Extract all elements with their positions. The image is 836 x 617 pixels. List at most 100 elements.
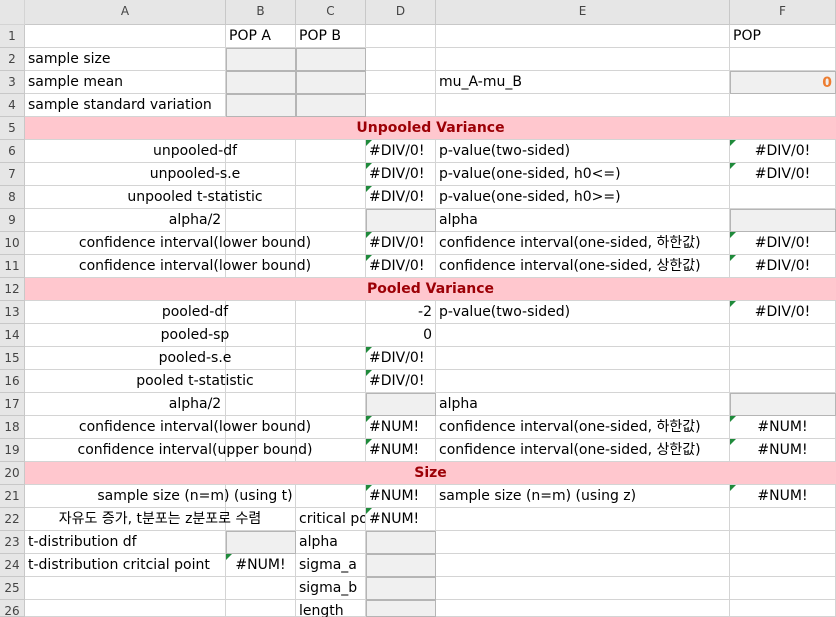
row-header[interactable]: 8 <box>0 186 25 209</box>
cell-e17[interactable]: alpha <box>436 393 730 416</box>
input-b3[interactable] <box>226 71 296 94</box>
row-header[interactable]: 5 <box>0 117 25 140</box>
row-header[interactable]: 13 <box>0 301 25 324</box>
cell-e13[interactable]: p-value(two-sided) <box>436 301 730 324</box>
cell-d18[interactable]: #NUM! <box>366 416 436 439</box>
cell-f11[interactable]: #DIV/0! <box>730 255 836 278</box>
cell-a6[interactable]: unpooled-df <box>25 140 366 163</box>
cell-d15[interactable]: #DIV/0! <box>366 347 436 370</box>
row-header[interactable]: 7 <box>0 163 25 186</box>
cell-f1[interactable]: POP <box>730 25 836 48</box>
row-header[interactable]: 6 <box>0 140 25 163</box>
grid-cell[interactable] <box>436 531 730 554</box>
cell-a7[interactable]: unpooled-s.e <box>25 163 366 186</box>
input-f17[interactable] <box>730 393 836 416</box>
row-header[interactable]: 11 <box>0 255 25 278</box>
cell-f6[interactable]: #DIV/0! <box>730 140 836 163</box>
cell-a16[interactable]: pooled t-statistic <box>25 370 366 393</box>
column-header-c[interactable]: C <box>296 0 366 25</box>
cell-a22[interactable]: 자유도 증가, t분포는 z분포로 수렴 <box>25 508 296 531</box>
grid-cell[interactable] <box>436 324 730 347</box>
cell-c24[interactable]: sigma_a <box>296 554 366 577</box>
cell-e19[interactable]: confidence interval(one-sided, 상한값) <box>436 439 730 462</box>
grid-cell[interactable] <box>436 554 730 577</box>
cell-e11[interactable]: confidence interval(one-sided, 상한값) <box>436 255 730 278</box>
grid-cell[interactable] <box>366 48 436 71</box>
cell-b1[interactable]: POP A <box>226 25 296 48</box>
input-c4[interactable] <box>296 94 366 117</box>
cell-f21[interactable]: #NUM! <box>730 485 836 508</box>
grid-cell[interactable] <box>226 577 296 600</box>
cell-d13[interactable]: -2 <box>366 301 436 324</box>
cell-d6[interactable]: #DIV/0! <box>366 140 436 163</box>
grid-cell[interactable] <box>730 94 836 117</box>
input-d25[interactable] <box>366 577 436 600</box>
cell-a23[interactable]: t-distribution df <box>25 531 226 554</box>
grid-cell[interactable] <box>730 186 836 209</box>
grid-cell[interactable] <box>730 554 836 577</box>
cell-e9[interactable]: alpha <box>436 209 730 232</box>
row-header[interactable]: 15 <box>0 347 25 370</box>
cell-a9[interactable]: alpha/2 <box>25 209 366 232</box>
grid-cell[interactable] <box>25 600 226 617</box>
row-header[interactable]: 18 <box>0 416 25 439</box>
cell-a18[interactable]: confidence interval(lower bound) <box>25 416 366 439</box>
cell-a3[interactable]: sample mean <box>25 71 226 94</box>
cell-a21[interactable]: sample size (n=m) (using t) <box>25 485 366 508</box>
grid-cell[interactable] <box>730 347 836 370</box>
cell-c22[interactable]: critical po <box>296 508 366 531</box>
grid-cell[interactable] <box>25 577 226 600</box>
section-title-pooled[interactable]: Pooled Variance <box>25 278 836 301</box>
input-b23[interactable] <box>226 531 296 554</box>
cell-e7[interactable]: p-value(one-sided, h0<=) <box>436 163 730 186</box>
cell-c1[interactable]: POP B <box>296 25 366 48</box>
row-header[interactable]: 12 <box>0 278 25 301</box>
row-header[interactable]: 3 <box>0 71 25 94</box>
cell-a19[interactable]: confidence interval(upper bound) <box>25 439 366 462</box>
grid-cell[interactable] <box>366 71 436 94</box>
input-d9[interactable] <box>366 209 436 232</box>
input-f9[interactable] <box>730 209 836 232</box>
grid-cell[interactable] <box>366 25 436 48</box>
row-header[interactable]: 25 <box>0 577 25 600</box>
grid-cell[interactable] <box>436 25 730 48</box>
cell-a15[interactable]: pooled-s.e <box>25 347 366 370</box>
grid-cell[interactable] <box>730 600 836 617</box>
row-header[interactable]: 21 <box>0 485 25 508</box>
row-header[interactable]: 10 <box>0 232 25 255</box>
cell-f10[interactable]: #DIV/0! <box>730 232 836 255</box>
column-header-e[interactable]: E <box>436 0 730 25</box>
column-header-f[interactable]: F <box>730 0 836 25</box>
cell-a4[interactable]: sample standard variation <box>25 94 226 117</box>
cell-e10[interactable]: confidence interval(one-sided, 하한값) <box>436 232 730 255</box>
input-c3[interactable] <box>296 71 366 94</box>
grid-cell[interactable] <box>436 48 730 71</box>
cell-f13[interactable]: #DIV/0! <box>730 301 836 324</box>
cell-a10[interactable]: confidence interval(lower bound) <box>25 232 366 255</box>
row-header[interactable]: 2 <box>0 48 25 71</box>
row-header[interactable]: 14 <box>0 324 25 347</box>
section-title-unpooled[interactable]: Unpooled Variance <box>25 117 836 140</box>
row-header[interactable]: 23 <box>0 531 25 554</box>
grid-cell[interactable] <box>730 577 836 600</box>
input-c2[interactable] <box>296 48 366 71</box>
cell-a14[interactable]: pooled-sp <box>25 324 366 347</box>
cell-d21[interactable]: #NUM! <box>366 485 436 508</box>
cell-e6[interactable]: p-value(two-sided) <box>436 140 730 163</box>
row-header[interactable]: 9 <box>0 209 25 232</box>
row-header[interactable]: 24 <box>0 554 25 577</box>
row-header[interactable]: 19 <box>0 439 25 462</box>
grid-cell[interactable] <box>730 531 836 554</box>
row-header[interactable]: 26 <box>0 600 25 617</box>
cell-e18[interactable]: confidence interval(one-sided, 하한값) <box>436 416 730 439</box>
cell-f18[interactable]: #NUM! <box>730 416 836 439</box>
grid-cell[interactable] <box>436 508 730 531</box>
cell-f7[interactable]: #DIV/0! <box>730 163 836 186</box>
cell-d19[interactable]: #NUM! <box>366 439 436 462</box>
input-d26[interactable] <box>366 600 436 617</box>
cell-c23[interactable]: alpha <box>296 531 366 554</box>
input-b2[interactable] <box>226 48 296 71</box>
input-b4[interactable] <box>226 94 296 117</box>
cell-a2[interactable]: sample size <box>25 48 226 71</box>
cell-a17[interactable]: alpha/2 <box>25 393 366 416</box>
